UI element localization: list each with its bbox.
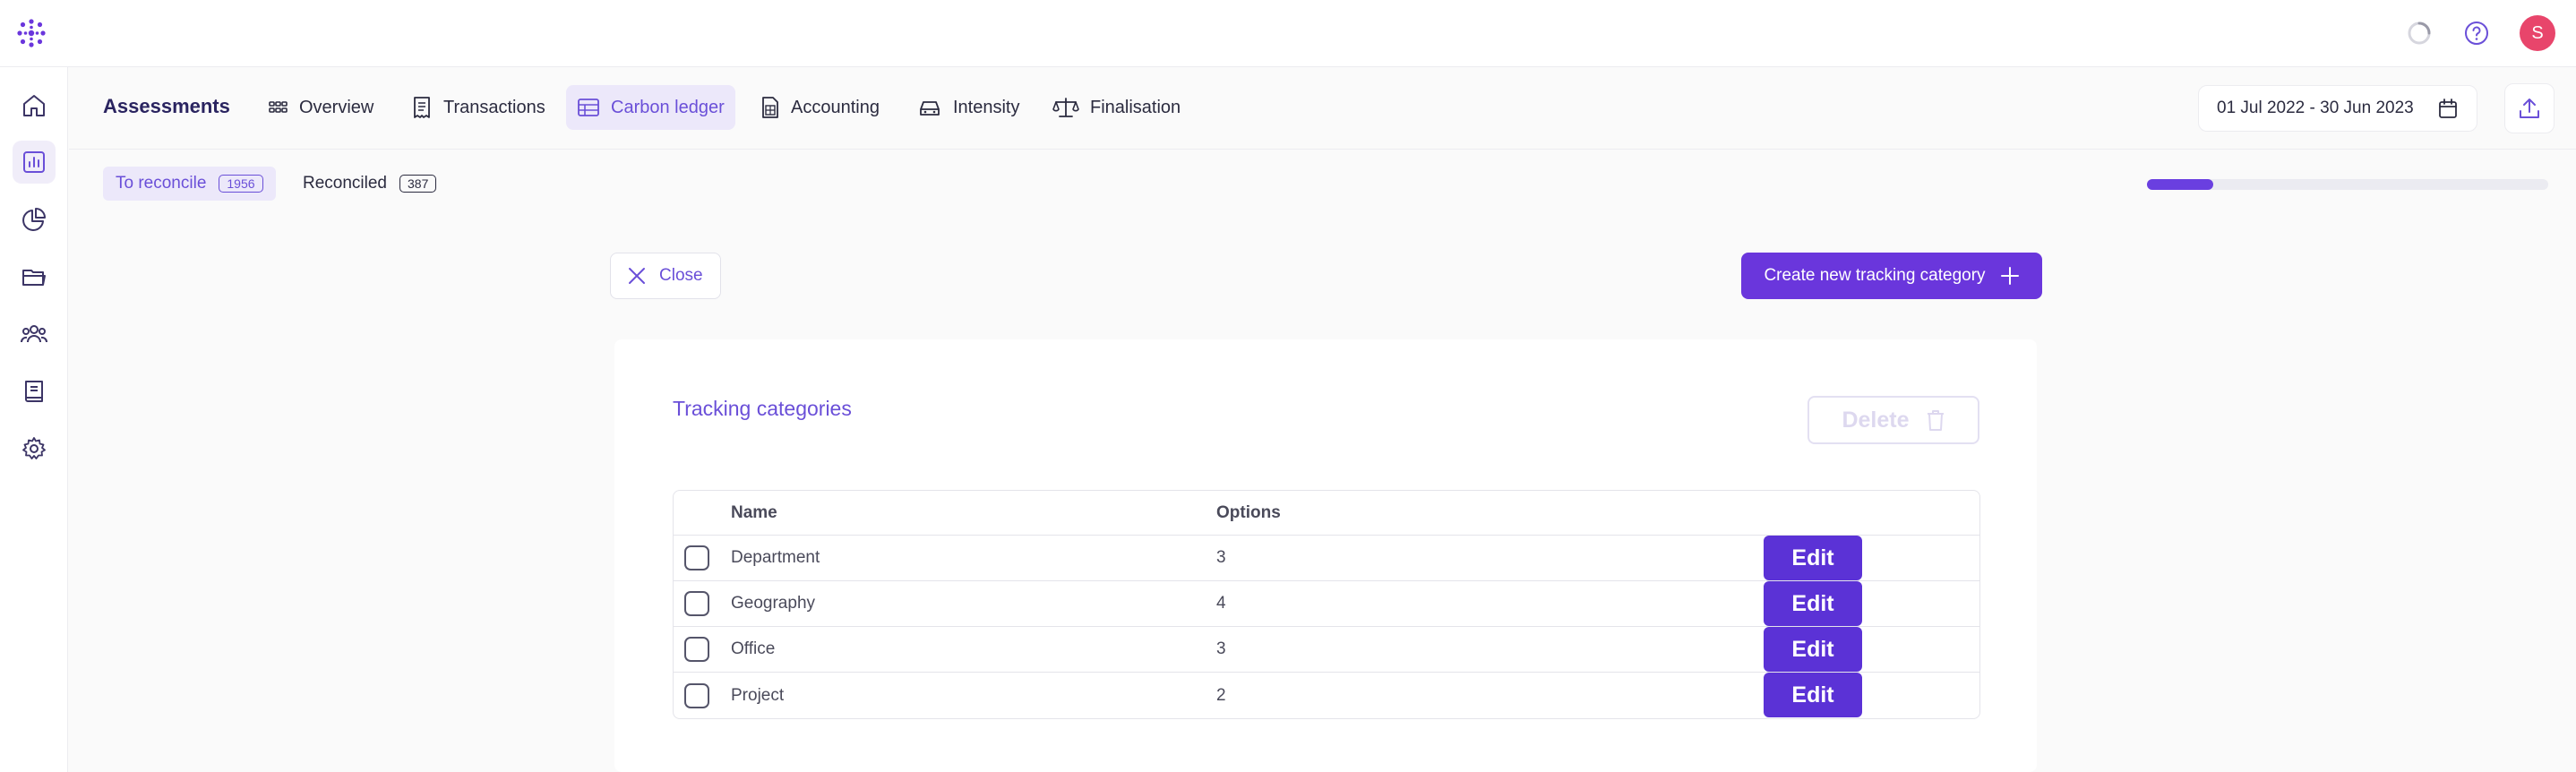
sidebar-item-team[interactable] bbox=[13, 313, 56, 356]
plus-icon bbox=[2000, 267, 2019, 285]
home-icon bbox=[23, 95, 45, 116]
tab-overview[interactable]: Overview bbox=[256, 85, 384, 130]
grid-icon bbox=[269, 101, 288, 113]
tab-carbon-ledger[interactable]: Carbon ledger bbox=[566, 85, 735, 130]
column-header-options: Options bbox=[1216, 502, 1281, 522]
filter-label: To reconcile bbox=[116, 174, 207, 193]
tracking-categories-panel: Tracking categories Delete Name Options … bbox=[614, 339, 2037, 772]
edit-button[interactable]: Edit bbox=[1764, 627, 1862, 672]
logo-icon[interactable] bbox=[14, 16, 48, 50]
row-checkbox[interactable] bbox=[684, 591, 709, 616]
create-tracking-category-button[interactable]: Create new tracking category bbox=[1741, 253, 2042, 299]
sidebar-item-library[interactable] bbox=[13, 370, 56, 413]
sidebar-item-files[interactable] bbox=[13, 255, 56, 298]
category-options: 4 bbox=[1216, 594, 1226, 613]
scales-icon bbox=[1052, 98, 1079, 117]
table-row: Geography 4 Edit bbox=[674, 581, 1979, 627]
tab-label: Finalisation bbox=[1090, 97, 1181, 117]
book-icon bbox=[25, 381, 43, 402]
category-name: Office bbox=[731, 639, 776, 658]
tab-intensity[interactable]: Intensity bbox=[906, 85, 1030, 130]
calculator-doc-icon bbox=[762, 97, 778, 118]
category-name: Department bbox=[731, 548, 820, 567]
category-name: Project bbox=[731, 685, 785, 705]
column-header-name: Name bbox=[731, 502, 777, 522]
tab-label: Carbon ledger bbox=[611, 97, 725, 117]
sidebar-item-reports[interactable] bbox=[13, 198, 56, 241]
help-icon[interactable] bbox=[2461, 18, 2492, 48]
table-header: Name Options bbox=[674, 491, 1979, 536]
table-row: Project 2 Edit bbox=[674, 673, 1979, 718]
filter-label: Reconciled bbox=[303, 174, 387, 193]
date-range-picker[interactable]: 01 Jul 2022 - 30 Jun 2023 bbox=[2198, 85, 2477, 132]
reconcile-progress-bar bbox=[2147, 179, 2548, 190]
tab-finalisation[interactable]: Finalisation bbox=[1042, 85, 1191, 130]
date-range-value: 01 Jul 2022 - 30 Jun 2023 bbox=[2217, 99, 2414, 117]
sidebar-item-assessments[interactable] bbox=[13, 141, 56, 184]
page-title: Assessments bbox=[103, 95, 230, 117]
delete-button[interactable]: Delete bbox=[1807, 396, 1979, 444]
create-label: Create new tracking category bbox=[1764, 266, 1986, 285]
category-options: 3 bbox=[1216, 639, 1226, 658]
edit-button[interactable]: Edit bbox=[1764, 581, 1862, 626]
table-row: Office 3 Edit bbox=[674, 627, 1979, 673]
users-icon bbox=[21, 325, 47, 343]
tab-label: Transactions bbox=[443, 97, 545, 117]
tab-label: Overview bbox=[299, 97, 374, 117]
row-checkbox[interactable] bbox=[684, 637, 709, 662]
car-icon bbox=[920, 101, 940, 116]
close-label: Close bbox=[659, 266, 703, 285]
row-checkbox[interactable] bbox=[684, 682, 709, 708]
gear-icon bbox=[22, 437, 46, 459]
category-options: 3 bbox=[1216, 548, 1226, 567]
tab-label: Accounting bbox=[791, 97, 880, 117]
sidebar bbox=[0, 67, 68, 772]
category-name: Geography bbox=[731, 594, 816, 613]
progress-fill bbox=[2147, 179, 2213, 190]
sidebar-item-settings[interactable] bbox=[13, 427, 56, 470]
panel-title: Tracking categories bbox=[673, 397, 852, 420]
delete-label: Delete bbox=[1842, 407, 1910, 433]
upload-icon bbox=[2520, 99, 2539, 118]
assessment-subnav: Assessments Overview Transactions Carbon… bbox=[69, 67, 2576, 150]
tab-accounting[interactable]: Accounting bbox=[750, 85, 890, 130]
top-bar: S bbox=[0, 0, 2576, 67]
close-icon bbox=[629, 268, 645, 284]
pie-chart-icon bbox=[22, 208, 46, 231]
count-badge: 387 bbox=[399, 175, 437, 193]
edit-button[interactable]: Edit bbox=[1764, 536, 1862, 580]
avatar[interactable]: S bbox=[2520, 15, 2555, 51]
receipt-icon bbox=[414, 97, 430, 118]
trash-icon bbox=[1927, 410, 1944, 431]
loading-spinner-icon bbox=[2404, 18, 2434, 48]
folder-icon bbox=[22, 270, 46, 286]
filter-reconciled[interactable]: Reconciled 387 bbox=[290, 167, 449, 201]
close-button[interactable]: Close bbox=[610, 253, 721, 299]
table-icon bbox=[578, 99, 599, 116]
tracking-categories-table: Name Options Department 3 Edit Geography… bbox=[673, 490, 1980, 719]
tab-label: Intensity bbox=[953, 97, 1020, 117]
filter-to-reconcile[interactable]: To reconcile 1956 bbox=[103, 167, 276, 201]
table-row: Department 3 Edit bbox=[674, 536, 1979, 581]
bar-chart-icon bbox=[23, 151, 45, 173]
calendar-icon bbox=[2439, 99, 2457, 118]
tab-transactions[interactable]: Transactions bbox=[400, 85, 556, 130]
count-badge: 1956 bbox=[219, 175, 263, 193]
export-button[interactable] bbox=[2504, 83, 2555, 133]
category-options: 2 bbox=[1216, 685, 1226, 705]
sidebar-item-home[interactable] bbox=[13, 84, 56, 127]
row-checkbox[interactable] bbox=[684, 545, 709, 570]
edit-button[interactable]: Edit bbox=[1764, 673, 1862, 717]
